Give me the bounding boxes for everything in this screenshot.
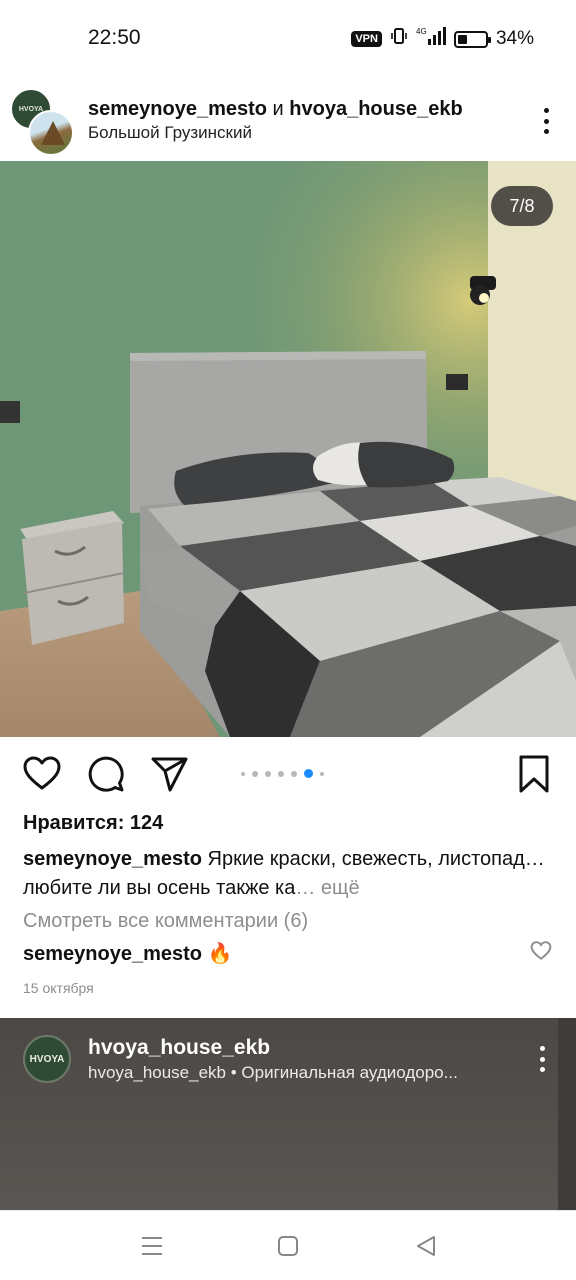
- post-image[interactable]: 7/8: [0, 161, 576, 737]
- comment-row: semeynoye_mesto 🔥: [23, 941, 232, 966]
- status-bar: 22:50 VPN 4G 34%: [0, 0, 576, 76]
- bedroom-photo: [0, 161, 576, 737]
- heart-icon[interactable]: [22, 754, 62, 794]
- more-vertical-icon[interactable]: [538, 1046, 546, 1072]
- post-author[interactable]: semeynoye_mesto и hvoya_house_ekb: [88, 98, 463, 121]
- carousel-dot: [278, 770, 284, 777]
- signal-icon: 4G: [416, 26, 446, 52]
- likes-count[interactable]: Нравится: 124: [23, 812, 163, 835]
- author-secondary[interactable]: hvoya_house_ekb: [289, 98, 462, 120]
- post-location[interactable]: Большой Грузинский: [88, 123, 252, 143]
- caption-author[interactable]: semeynoye_mesto: [23, 848, 202, 870]
- next-post-author[interactable]: hvoya_house_ekb: [88, 1036, 270, 1060]
- menu-icon[interactable]: [139, 1233, 165, 1259]
- bookmark-icon[interactable]: [514, 754, 554, 794]
- vibrate-icon: [390, 27, 408, 51]
- carousel-dot: [291, 770, 297, 777]
- post-date: 15 октября: [23, 980, 94, 996]
- avatar-stack[interactable]: HVOYA: [10, 88, 74, 156]
- nightstand: [20, 511, 125, 645]
- action-bar: [0, 752, 576, 796]
- carousel-dot: [241, 771, 245, 776]
- next-post[interactable]: HVOYA hvoya_house_ekb hvoya_house_ekb • …: [0, 1018, 576, 1210]
- battery-icon: [453, 30, 491, 48]
- comment-like-heart-icon[interactable]: [530, 940, 552, 962]
- carousel-indicator: [241, 769, 324, 778]
- carousel-dot: [265, 770, 271, 777]
- image-counter: 7/8: [491, 186, 553, 226]
- author-conjunction: и: [272, 98, 284, 120]
- view-all-comments-link[interactable]: Смотреть все комментарии (6): [23, 910, 308, 933]
- battery-percent: 34%: [495, 28, 534, 49]
- post-header: HVOYA semeynoye_mesto и hvoya_house_ekb …: [0, 80, 576, 160]
- comment-author[interactable]: semeynoye_mesto: [23, 943, 202, 965]
- vpn-badge: VPN: [351, 31, 382, 47]
- status-icons: VPN 4G 34%: [351, 26, 534, 52]
- post-caption[interactable]: semeynoye_mesto Яркие краски, свежесть, …: [23, 845, 553, 903]
- carousel-dot: [304, 769, 313, 778]
- comment-icon[interactable]: [86, 754, 126, 794]
- carousel-dot: [320, 771, 324, 776]
- avatar: [28, 110, 74, 156]
- send-icon[interactable]: [150, 754, 190, 794]
- caption-more-link[interactable]: … ещё: [295, 877, 359, 899]
- author-primary[interactable]: semeynoye_mesto: [88, 98, 267, 120]
- system-nav-bar: [0, 1210, 576, 1280]
- home-square-icon[interactable]: [275, 1233, 301, 1259]
- back-icon[interactable]: [413, 1233, 439, 1259]
- carousel-dot: [252, 770, 258, 777]
- svg-text:4G: 4G: [416, 27, 427, 36]
- avatar[interactable]: HVOYA: [23, 1035, 71, 1083]
- more-vertical-icon[interactable]: [542, 108, 550, 134]
- next-post-audio[interactable]: hvoya_house_ekb • Оригинальная аудиодоро…: [88, 1063, 458, 1083]
- comment-text: 🔥: [207, 943, 233, 965]
- clock: 22:50: [88, 26, 141, 49]
